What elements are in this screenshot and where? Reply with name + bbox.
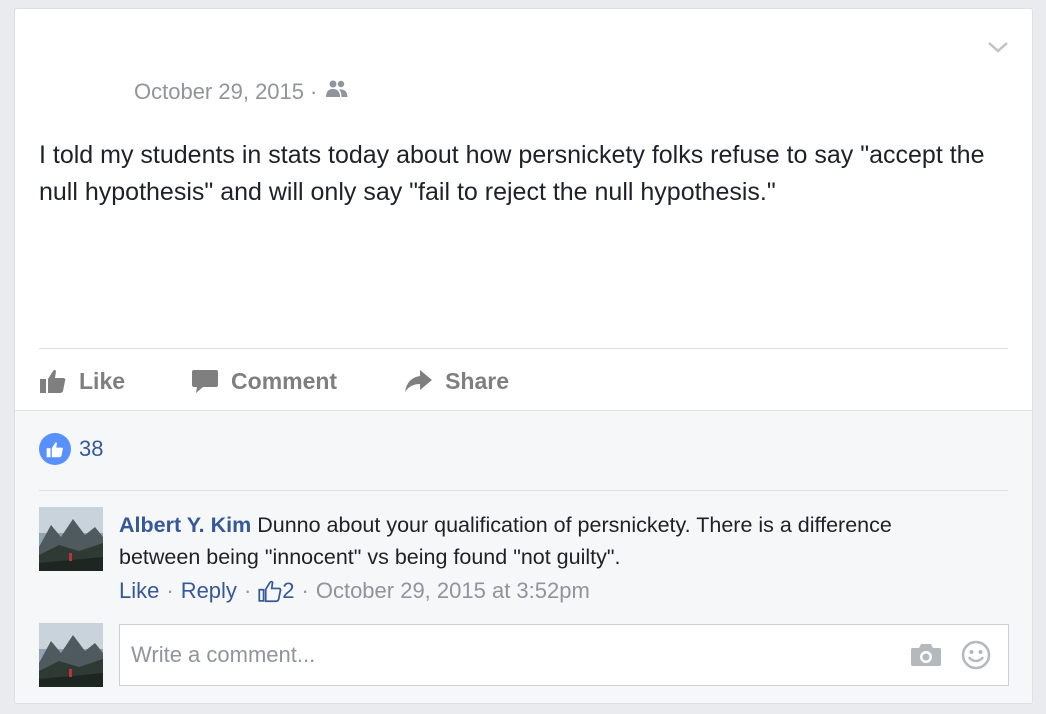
comment-like-count[interactable]: 2: [258, 578, 295, 604]
comment-author[interactable]: Albert Y. Kim: [119, 513, 251, 537]
meta-separator: ·: [310, 79, 318, 104]
like-button[interactable]: Like: [39, 368, 125, 395]
comment-button[interactable]: Comment: [191, 368, 337, 395]
divider: [39, 348, 1008, 349]
comment-input[interactable]: [120, 624, 908, 686]
emoji-icon[interactable]: [958, 637, 994, 673]
like-reaction-icon: [39, 433, 71, 465]
reaction-count: 38: [79, 436, 104, 461]
comment-like-link[interactable]: Like: [119, 578, 159, 604]
chevron-down-icon[interactable]: [986, 37, 1010, 57]
camera-icon[interactable]: [908, 637, 944, 673]
meta-separator: ·: [301, 578, 309, 603]
comment-icon: [192, 370, 219, 393]
like-label: Like: [79, 367, 126, 394]
comment-reply-link[interactable]: Reply: [181, 578, 237, 604]
reactions-summary[interactable]: 38: [39, 433, 103, 465]
thumbs-up-icon: [40, 370, 66, 393]
avatar[interactable]: [39, 507, 103, 571]
comments-section: 38 Albert Y. Kim Dunno about your qualif…: [15, 410, 1032, 703]
post-timestamp[interactable]: October 29, 2015: [134, 79, 304, 105]
friends-icon[interactable]: [325, 79, 349, 105]
post-card: October 29, 2015 · I told my students in…: [14, 8, 1033, 704]
comment-like-number: 2: [282, 578, 295, 603]
comment-label: Comment: [231, 367, 338, 394]
comment-timestamp[interactable]: October 29, 2015 at 3:52pm: [316, 578, 590, 604]
post-text: I told my students in stats today about …: [39, 141, 985, 206]
thumbs-up-outline-icon: [258, 580, 282, 603]
comment-body: Albert Y. Kim Dunno about your qualifica…: [119, 509, 939, 573]
share-button[interactable]: Share: [403, 368, 509, 395]
comment-composer: [119, 624, 1009, 686]
comment-meta: Like · Reply · 2 · October 29, 2015 at 3…: [119, 578, 590, 604]
post-actions: Like Comment Share: [39, 361, 575, 401]
meta-separator: ·: [166, 578, 174, 603]
meta-separator: ·: [243, 578, 252, 603]
divider: [39, 490, 1008, 491]
avatar[interactable]: [39, 623, 103, 687]
share-label: Share: [445, 367, 510, 394]
post-meta: October 29, 2015 ·: [134, 79, 349, 105]
share-arrow-icon: [405, 370, 433, 392]
